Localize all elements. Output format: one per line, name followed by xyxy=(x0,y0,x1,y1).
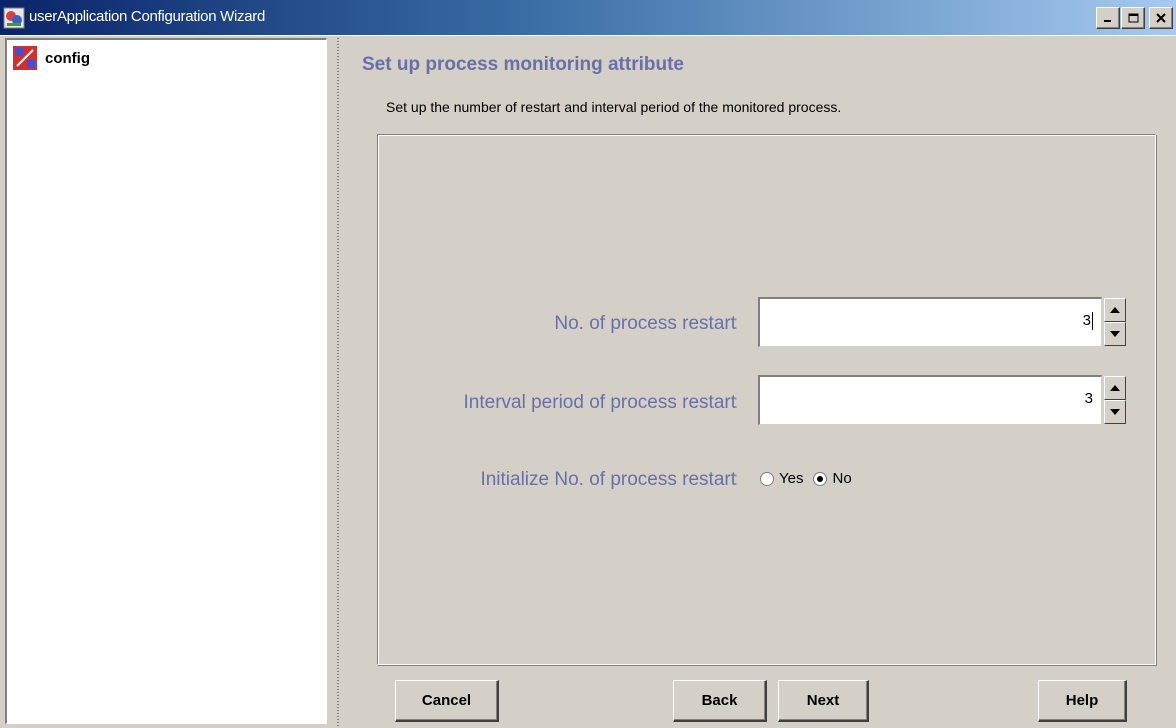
interval-decrement-button[interactable] xyxy=(1104,400,1126,424)
config-tree-panel[interactable]: config xyxy=(5,38,327,724)
minimize-button[interactable] xyxy=(1096,7,1120,29)
window-title: userApplication Configuration Wizard xyxy=(29,8,265,25)
close-button[interactable] xyxy=(1149,7,1173,29)
restart-count-input[interactable]: 3 xyxy=(758,297,1102,347)
help-button[interactable]: Help xyxy=(1038,680,1127,722)
arrow-up-icon xyxy=(1110,385,1120,391)
interval-colon: : xyxy=(733,392,739,413)
next-button[interactable]: Next xyxy=(778,680,869,722)
interval-label: Interval period of process restart xyxy=(463,392,736,413)
maximize-button[interactable] xyxy=(1121,7,1145,29)
page-description: Set up the number of restart and interva… xyxy=(386,99,842,115)
radio-no-label: No xyxy=(832,470,852,487)
radio-yes-label: Yes xyxy=(779,470,804,487)
minimize-icon xyxy=(1104,20,1111,22)
initialize-colon: : xyxy=(733,469,739,490)
arrow-down-icon xyxy=(1110,409,1120,415)
restart-count-label: No. of process restart xyxy=(554,313,736,334)
radio-no[interactable]: No xyxy=(813,470,852,487)
app-icon xyxy=(3,7,25,29)
page-title: Set up process monitoring attribute xyxy=(362,54,684,75)
restart-count-increment-button[interactable] xyxy=(1104,298,1126,322)
interval-increment-button[interactable] xyxy=(1104,376,1126,400)
interval-spinner[interactable] xyxy=(1104,376,1126,424)
interval-value: 3 xyxy=(1084,390,1093,407)
back-button[interactable]: Back xyxy=(673,680,767,722)
config-node-icon xyxy=(13,46,37,70)
interval-input[interactable]: 3 xyxy=(758,375,1102,425)
arrow-down-icon xyxy=(1110,331,1120,337)
restart-count-value: 3 xyxy=(1082,312,1091,329)
panel-splitter[interactable] xyxy=(331,38,345,728)
initialize-label: Initialize No. of process restart xyxy=(480,469,736,490)
restart-count-spinner[interactable] xyxy=(1104,298,1126,346)
maximize-icon xyxy=(1128,13,1138,23)
radio-yes-indicator[interactable] xyxy=(760,471,774,486)
arrow-up-icon xyxy=(1110,307,1120,313)
close-icon xyxy=(1156,13,1166,23)
radio-no-indicator[interactable] xyxy=(813,471,828,486)
cancel-button[interactable]: Cancel xyxy=(395,680,499,722)
tree-item-config[interactable]: config xyxy=(13,46,90,70)
window-title-bar[interactable]: userApplication Configuration Wizard xyxy=(0,0,1176,36)
restart-count-decrement-button[interactable] xyxy=(1104,322,1126,346)
initialize-radio-group: Yes No xyxy=(760,470,862,487)
text-cursor xyxy=(1092,312,1093,331)
tree-item-label: config xyxy=(45,49,90,67)
radio-yes[interactable]: Yes xyxy=(760,470,803,487)
restart-count-colon: : xyxy=(733,313,739,334)
